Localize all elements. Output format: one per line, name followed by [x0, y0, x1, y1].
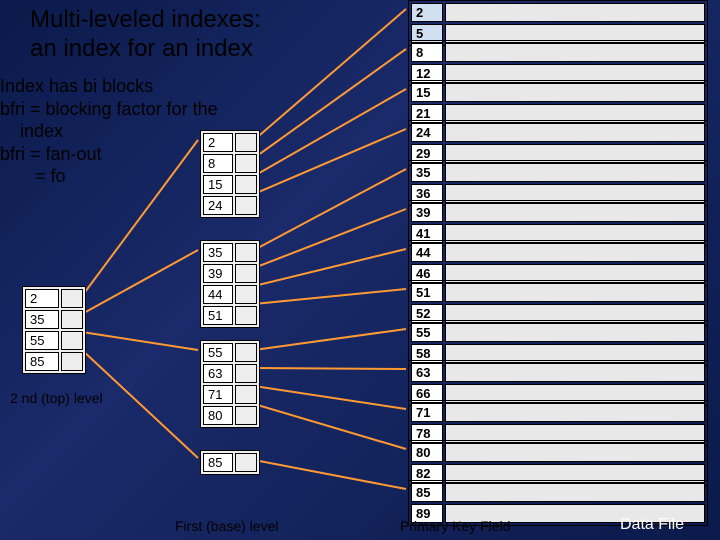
body-l1: Index has bi blocks — [0, 76, 153, 96]
pointer-cell — [61, 310, 83, 329]
pointer-cell — [61, 289, 83, 308]
fl-cell: 63 — [203, 364, 233, 383]
df-key: 63 — [411, 363, 443, 382]
label-second-level: 2 nd (top) level — [10, 390, 103, 406]
title-l2: an index for an index — [30, 35, 253, 62]
pointer-cell — [61, 331, 83, 350]
df-val — [445, 323, 705, 342]
df-key: 15 — [411, 83, 443, 102]
df-val — [445, 443, 705, 462]
df-key: 51 — [411, 283, 443, 302]
df-val — [445, 283, 705, 302]
df-val — [445, 3, 705, 22]
fl-cell: 80 — [203, 406, 233, 425]
slide-title: Multi-leveled indexes: an index for an i… — [30, 6, 261, 64]
pointer-cell — [235, 285, 257, 304]
df-val — [445, 43, 705, 62]
df-val — [445, 203, 705, 222]
first-level-block-1: 35 39 44 51 — [200, 240, 260, 328]
df-key: 39 — [411, 203, 443, 222]
pointer-cell — [235, 385, 257, 404]
pointer-cell — [235, 264, 257, 283]
body-l3: index — [0, 121, 63, 141]
pointer-cell — [235, 364, 257, 383]
df-key: 44 — [411, 243, 443, 262]
df-key: 55 — [411, 323, 443, 342]
body-l5: = fo — [0, 166, 66, 186]
fl-cell: 39 — [203, 264, 233, 283]
df-val — [445, 163, 705, 182]
body-l4: bfri = fan-out — [0, 144, 102, 164]
df-val — [445, 483, 705, 502]
top-cell: 55 — [25, 331, 59, 350]
pointer-cell — [235, 306, 257, 325]
df-key: 2 — [411, 3, 443, 22]
label-data-file: Data File — [620, 516, 684, 534]
df-key: 35 — [411, 163, 443, 182]
title-l1: Multi-leveled indexes: — [30, 6, 261, 33]
top-cell: 35 — [25, 310, 59, 329]
top-cell: 85 — [25, 352, 59, 371]
pointer-cell — [61, 352, 83, 371]
df-val — [445, 403, 705, 422]
pointer-cell — [235, 154, 257, 173]
df-key: 24 — [411, 123, 443, 142]
pointer-cell — [235, 133, 257, 152]
df-key: 71 — [411, 403, 443, 422]
df-key: 80 — [411, 443, 443, 462]
fl-cell: 44 — [203, 285, 233, 304]
pointer-cell — [235, 196, 257, 215]
df-key: 85 — [411, 483, 443, 502]
body-text: Index has bi blocks bfri = blocking fact… — [0, 75, 218, 188]
top-level-block: 2 35 55 85 — [22, 286, 86, 374]
pointer-cell — [235, 343, 257, 362]
df-val — [445, 83, 705, 102]
first-level-block-2: 55 63 71 80 — [200, 340, 260, 428]
pointer-cell — [235, 243, 257, 262]
df-val — [445, 363, 705, 382]
fl-cell: 71 — [203, 385, 233, 404]
pointer-cell — [235, 406, 257, 425]
body-l2: bfri = blocking factor for the — [0, 99, 218, 119]
top-cell: 2 — [25, 289, 59, 308]
label-primary-key: Primary Key Field — [400, 518, 510, 534]
fl-cell: 55 — [203, 343, 233, 362]
fl-cell: 51 — [203, 306, 233, 325]
fl-cell: 35 — [203, 243, 233, 262]
first-level-block-3: 85 — [200, 450, 260, 475]
fl-cell: 85 — [203, 453, 233, 472]
label-first-level: First (base) level — [175, 518, 278, 534]
df-val — [445, 123, 705, 142]
pointer-cell — [235, 175, 257, 194]
pointer-cell — [235, 453, 257, 472]
df-val — [445, 243, 705, 262]
fl-cell: 24 — [203, 196, 233, 215]
df-key: 8 — [411, 43, 443, 62]
